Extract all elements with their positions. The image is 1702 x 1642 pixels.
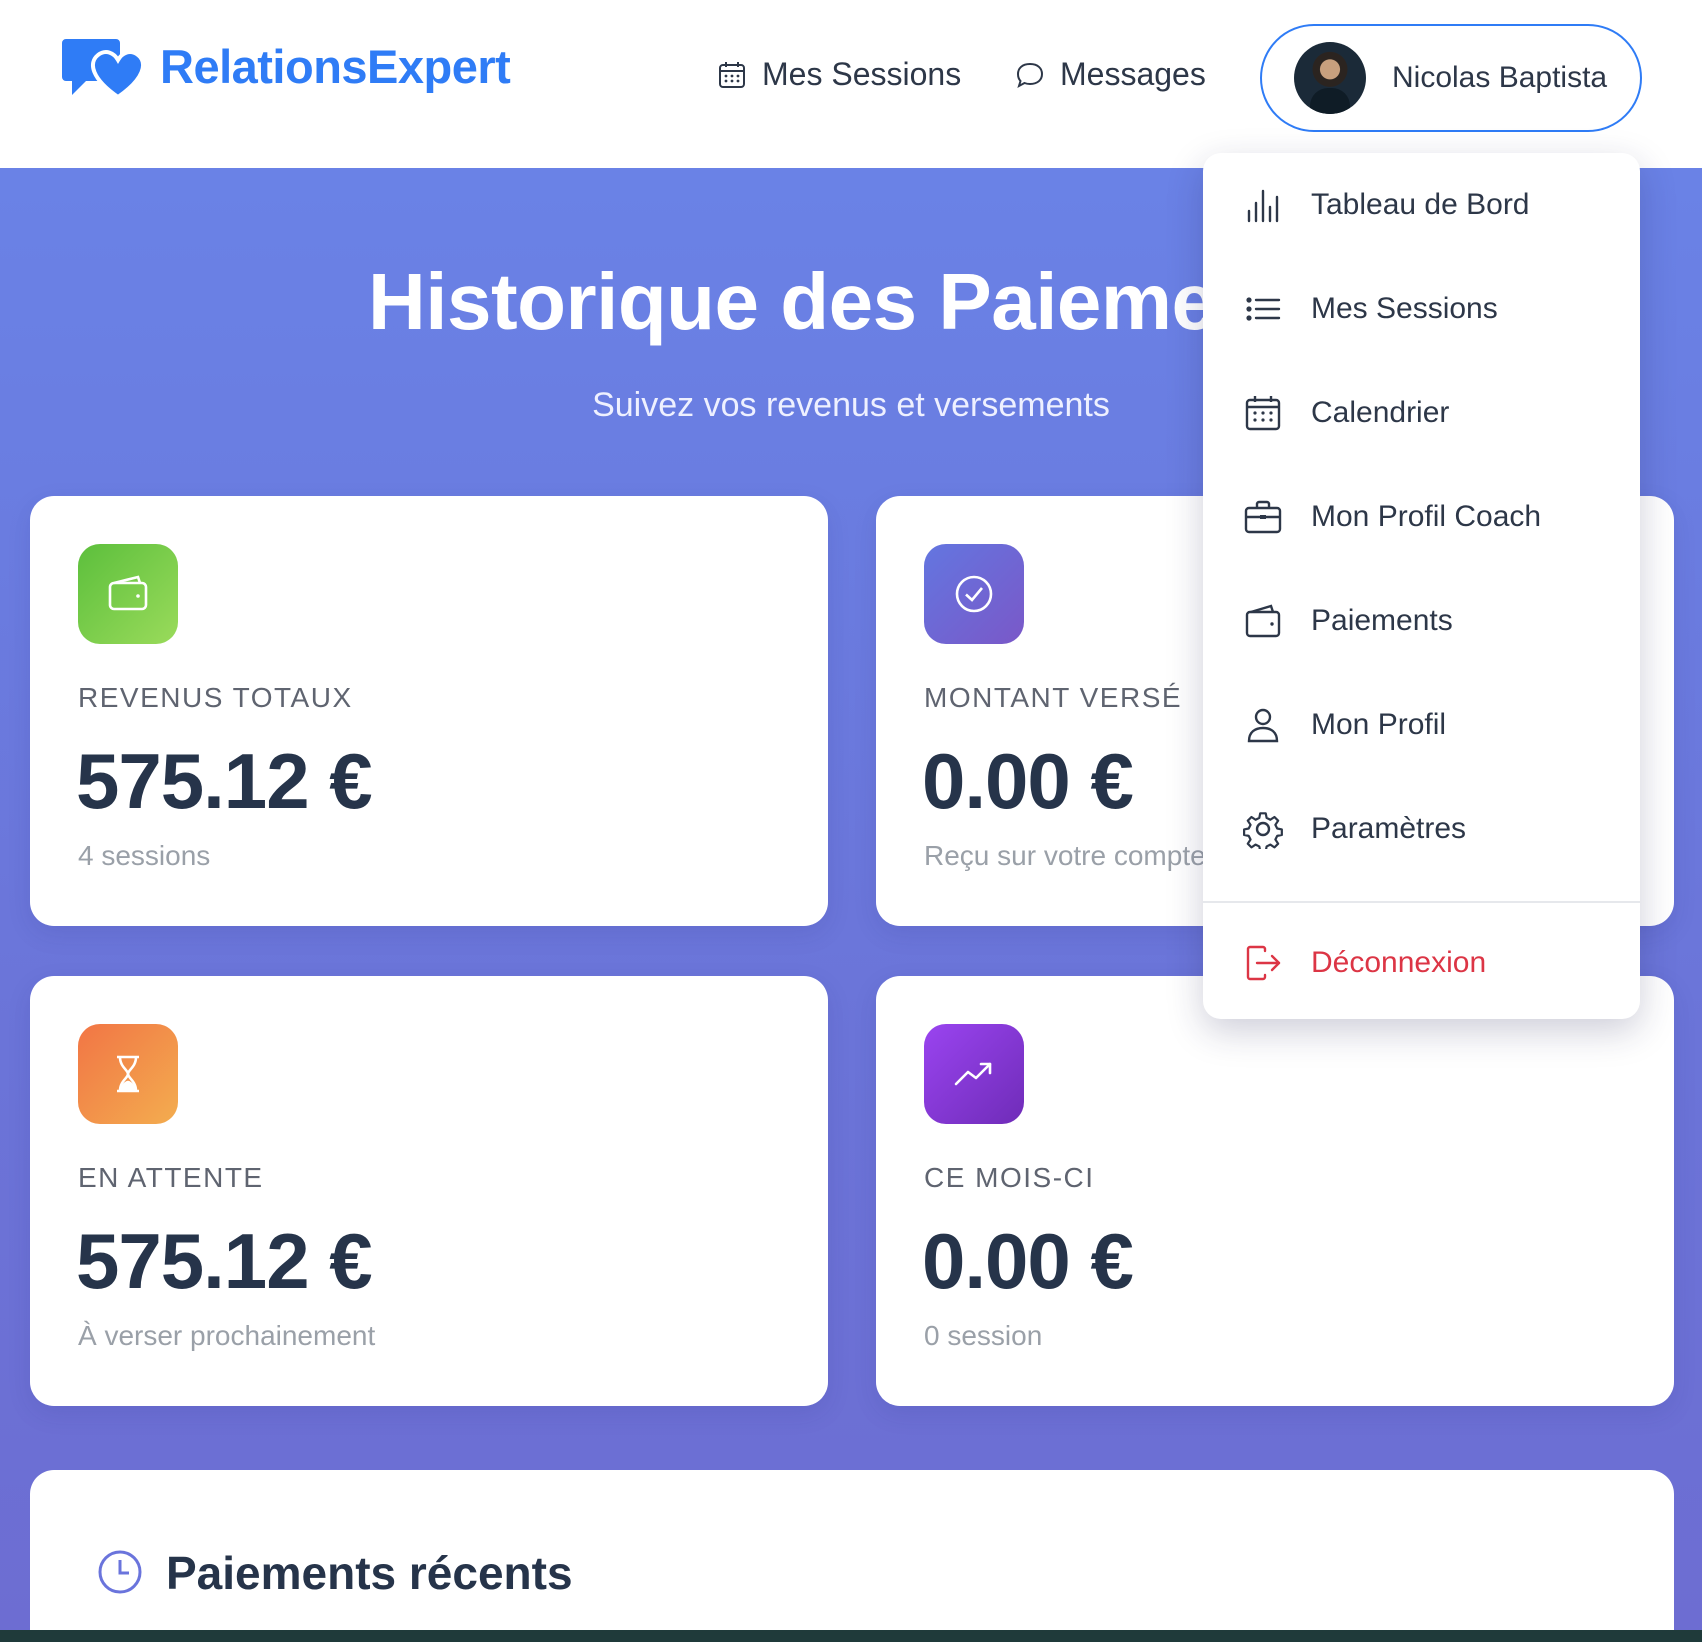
menu-item-label: Paramètres [1311, 812, 1467, 845]
user-dropdown-menu: Tableau de Bord Mes Sessions Calendrier … [1203, 153, 1640, 1019]
menu-item-calendar[interactable]: Calendrier [1203, 361, 1640, 465]
menu-item-payments[interactable]: Paiements [1203, 569, 1640, 673]
brand-logo[interactable]: RelationsExpert [62, 30, 511, 102]
menu-item-profile[interactable]: Mon Profil [1203, 673, 1640, 777]
menu-item-sessions[interactable]: Mes Sessions [1203, 257, 1640, 361]
trending-up-icon [924, 1024, 1024, 1124]
window-bottom-edge [0, 1630, 1702, 1642]
recent-payments-title: Paiements récents [166, 1547, 573, 1599]
menu-item-label: Mon Profil Coach [1311, 500, 1542, 533]
hourglass-icon [78, 1024, 178, 1124]
menu-item-label: Mes Sessions [1311, 292, 1498, 325]
calendar-icon [1245, 396, 1281, 431]
top-navbar: RelationsExpert Mes Sessions Messages Ni… [0, 0, 1702, 168]
user-menu-button[interactable]: Nicolas Baptista [1260, 24, 1642, 132]
stat-value: 0.00 € [922, 737, 1134, 825]
user-name: Nicolas Baptista [1392, 61, 1608, 94]
stat-card-pending: EN ATTENTE 575.12 € À verser prochaineme… [30, 976, 828, 1406]
list-icon [1246, 297, 1281, 321]
menu-item-label: Calendrier [1311, 396, 1450, 429]
avatar [1294, 42, 1366, 114]
stat-card-this-month: CE MOIS-CI 0.00 € 0 session [876, 976, 1674, 1406]
wallet-icon [1245, 604, 1281, 638]
person-icon [1247, 708, 1279, 743]
stat-subtext: À verser prochainement [78, 1320, 376, 1351]
logout-icon [1246, 945, 1281, 981]
stat-value: 0.00 € [922, 1217, 1134, 1305]
stat-subtext: Reçu sur votre compte [924, 840, 1206, 871]
gear-icon [1243, 812, 1283, 849]
briefcase-icon [1244, 500, 1282, 534]
menu-item-coach-profile[interactable]: Mon Profil Coach [1203, 465, 1640, 569]
wallet-icon [78, 544, 178, 644]
stat-label: REVENUS TOTAUX [78, 682, 353, 713]
stat-label: EN ATTENTE [78, 1162, 264, 1193]
menu-item-settings[interactable]: Paramètres [1203, 777, 1640, 881]
menu-item-label: Tableau de Bord [1311, 188, 1530, 221]
nav-sessions-label: Mes Sessions [762, 56, 962, 92]
nav-link-messages[interactable]: Messages [1014, 56, 1206, 93]
brand-name: RelationsExpert [160, 39, 511, 93]
stat-card-total-revenue: REVENUS TOTAUX 575.12 € 4 sessions [30, 496, 828, 926]
chat-bubble-icon [1016, 62, 1044, 88]
menu-item-logout[interactable]: Déconnexion [1203, 911, 1640, 1015]
menu-item-dashboard[interactable]: Tableau de Bord [1203, 153, 1640, 257]
stat-subtext: 4 sessions [78, 840, 211, 871]
nav-link-sessions[interactable]: Mes Sessions [716, 56, 961, 93]
calendar-icon [719, 61, 745, 88]
menu-item-label: Déconnexion [1311, 946, 1487, 979]
menu-item-label: Paiements [1311, 604, 1453, 637]
recent-payments-section: Paiements récents [30, 1470, 1674, 1642]
clock-icon [98, 1550, 142, 1594]
stat-subtext: 0 session [924, 1320, 1043, 1351]
stat-label: CE MOIS-CI [924, 1162, 1095, 1193]
chat-heart-logo-icon [62, 39, 144, 99]
menu-item-label: Mon Profil [1311, 708, 1447, 741]
stat-value: 575.12 € [76, 1217, 373, 1305]
stat-label: MONTANT VERSÉ [924, 682, 1183, 713]
check-circle-icon [924, 544, 1024, 644]
nav-messages-label: Messages [1060, 56, 1206, 92]
bar-chart-icon [1247, 189, 1279, 223]
menu-divider [1203, 901, 1640, 903]
stat-value: 575.12 € [76, 737, 373, 825]
